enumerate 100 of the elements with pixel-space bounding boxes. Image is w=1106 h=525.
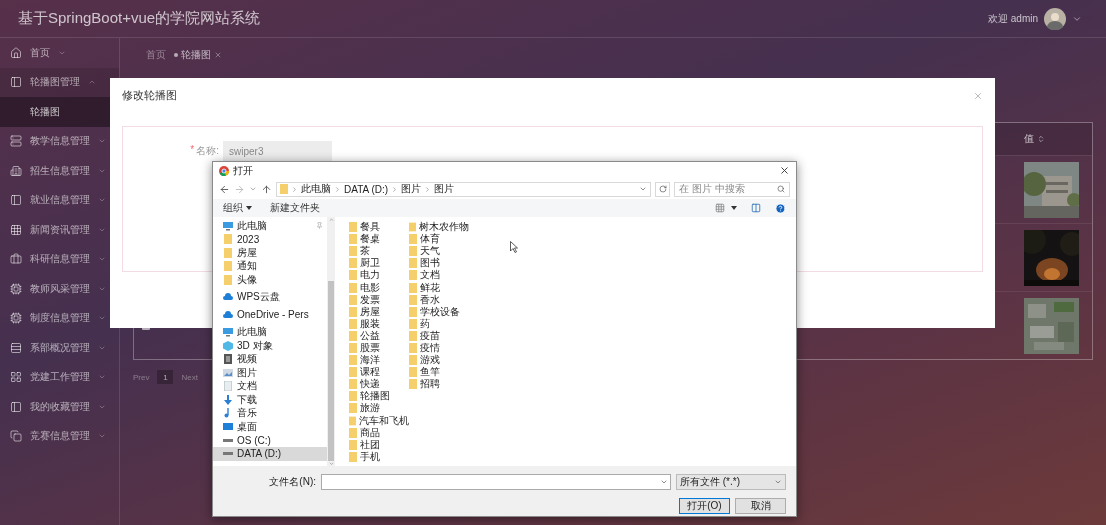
nav-item[interactable]: 文档 [213, 379, 327, 393]
back-icon[interactable] [219, 183, 230, 195]
folder-item[interactable]: 鱼竿 [409, 366, 469, 379]
filetype-select[interactable]: 所有文件 (*.*) [676, 474, 786, 490]
film-icon [223, 354, 233, 365]
nav-item[interactable]: 视频 [213, 352, 327, 366]
nav-item[interactable]: 桌面 [213, 420, 327, 434]
folder-item[interactable]: 餐桌 [349, 233, 409, 246]
pane-icon[interactable] [751, 203, 761, 213]
folder-item[interactable]: 学校设备 [409, 305, 469, 318]
computer-icon [223, 220, 233, 231]
search-field[interactable]: 在 图片 中搜索 [674, 181, 790, 197]
address-bar[interactable]: 此电脑 DATA (D:) 图片 图片 [276, 181, 651, 197]
nav-item[interactable]: 2023 [213, 232, 327, 246]
nav-item[interactable]: OneDrive - Pers [213, 308, 327, 322]
folder-item[interactable]: 体育 [409, 233, 469, 246]
folder-item[interactable]: 公益 [349, 329, 409, 342]
scroll-down-icon[interactable] [327, 460, 335, 466]
menu-item[interactable]: 竞赛信息管理 [0, 421, 119, 451]
nav-item[interactable]: 头像 [213, 273, 327, 287]
scrollbar-thumb[interactable] [328, 280, 334, 461]
menu-label: 新闻资讯管理 [30, 222, 90, 237]
folder-item[interactable]: 招聘 [409, 378, 469, 391]
path-segment[interactable]: 图片 [434, 182, 455, 196]
caret-icon[interactable] [731, 206, 737, 210]
folder-item[interactable]: 鲜花 [409, 281, 469, 294]
folder-item[interactable]: 房屋 [349, 305, 409, 318]
toolbar-button[interactable]: 新建文件夹 [270, 201, 320, 215]
folder-item[interactable]: 发票 [349, 293, 409, 306]
view-icon[interactable] [715, 203, 725, 213]
page-button[interactable]: 1 [157, 370, 174, 384]
cancel-button[interactable]: 取消 [735, 498, 786, 514]
menu-item[interactable]: 轮播图管理 [0, 67, 119, 97]
path-segment[interactable]: 此电脑 [301, 182, 331, 196]
folder-item[interactable]: 疫情 [409, 341, 469, 355]
path-segment[interactable]: 图片 [401, 182, 422, 196]
path-segment[interactable]: DATA (D:) [344, 183, 389, 195]
nav-item[interactable]: 3D 对象 [213, 339, 327, 353]
chevron-down-icon[interactable] [249, 185, 257, 193]
toolbar-button[interactable]: 组织 [223, 201, 252, 215]
folder-item[interactable]: 电力 [349, 269, 409, 282]
folder-item[interactable]: 药 [409, 317, 469, 330]
menu-item[interactable]: 就业信息管理 [0, 185, 119, 215]
folder-item[interactable]: 轮播图 [349, 390, 409, 403]
folder-item[interactable]: 树木农作物 [409, 221, 469, 234]
image-icon [223, 367, 233, 378]
folder-item[interactable]: 服装 [349, 317, 409, 330]
nav-item[interactable]: 下载 [213, 393, 327, 407]
sort-icon[interactable] [1037, 135, 1045, 144]
nav-item[interactable]: WPS云盘 [213, 290, 327, 304]
folder-item[interactable]: 股票 [349, 341, 409, 355]
folder-item[interactable]: 天气 [409, 245, 469, 258]
avatar-icon[interactable] [1044, 7, 1066, 30]
menu-item[interactable]: 科研信息管理 [0, 244, 119, 274]
folder-item[interactable]: 疫苗 [409, 329, 469, 342]
folder-item[interactable]: 厨卫 [349, 257, 409, 270]
folder-item[interactable]: 社团 [349, 438, 409, 451]
refresh-button[interactable] [655, 181, 670, 197]
folder-item[interactable]: 海洋 [349, 354, 409, 367]
menu-item[interactable]: 系部概况管理 [0, 333, 119, 363]
menu-label: 竞赛信息管理 [30, 429, 90, 444]
folder-item[interactable]: 游戏 [409, 354, 469, 367]
folder-item[interactable]: 餐具 [349, 221, 409, 234]
menu-label: 首页 [30, 45, 50, 60]
close-icon[interactable] [779, 165, 790, 176]
folder-item[interactable]: 旅游 [349, 402, 409, 415]
chevron-down-icon[interactable] [639, 185, 647, 193]
nav-item[interactable]: 图片 [213, 366, 327, 380]
folder-item[interactable]: 商品 [349, 426, 409, 439]
nav-item[interactable]: 房屋 [213, 246, 327, 260]
menu-item[interactable]: 新闻资讯管理 [0, 215, 119, 245]
folder-item[interactable]: 电影 [349, 281, 409, 294]
nav-item[interactable]: OS (C:) [213, 433, 327, 447]
cursor-icon [510, 241, 518, 253]
folder-item[interactable]: 香水 [409, 293, 469, 306]
menu-item[interactable]: 教师风采管理 [0, 274, 119, 304]
menu-item[interactable]: 招生信息管理 [0, 156, 119, 186]
menu-item[interactable]: 首页 [0, 38, 119, 68]
folder-item[interactable]: 文档 [409, 269, 469, 282]
nav-item[interactable]: 此电脑 [213, 219, 327, 233]
tab[interactable]: 轮播图 [174, 47, 222, 62]
menu-item[interactable]: 制度信息管理 [0, 303, 119, 333]
menu-item[interactable]: 我的收藏管理 [0, 392, 119, 422]
folder-icon [223, 261, 233, 272]
nav-item[interactable]: 此电脑 [213, 325, 327, 339]
nav-item[interactable]: DATA (D:) [213, 447, 327, 461]
folder-item[interactable]: 快递 [349, 378, 409, 391]
folder-item[interactable]: 图书 [409, 257, 469, 270]
nav-item[interactable]: 通知 [213, 259, 327, 273]
nav-item[interactable]: 音乐 [213, 406, 327, 420]
folder-item[interactable]: 课程 [349, 366, 409, 379]
help-icon[interactable] [775, 202, 786, 214]
up-icon[interactable] [261, 183, 272, 195]
open-button[interactable]: 打开(O) [679, 498, 730, 514]
menu-item[interactable]: 党建工作管理 [0, 362, 119, 392]
folder-item[interactable]: 手机 [349, 450, 409, 463]
menu-item[interactable]: 教学信息管理 [0, 126, 119, 156]
folder-icon [223, 274, 233, 285]
folder-item[interactable]: 汽车和飞机 [349, 414, 409, 427]
folder-item[interactable]: 茶 [349, 245, 409, 258]
